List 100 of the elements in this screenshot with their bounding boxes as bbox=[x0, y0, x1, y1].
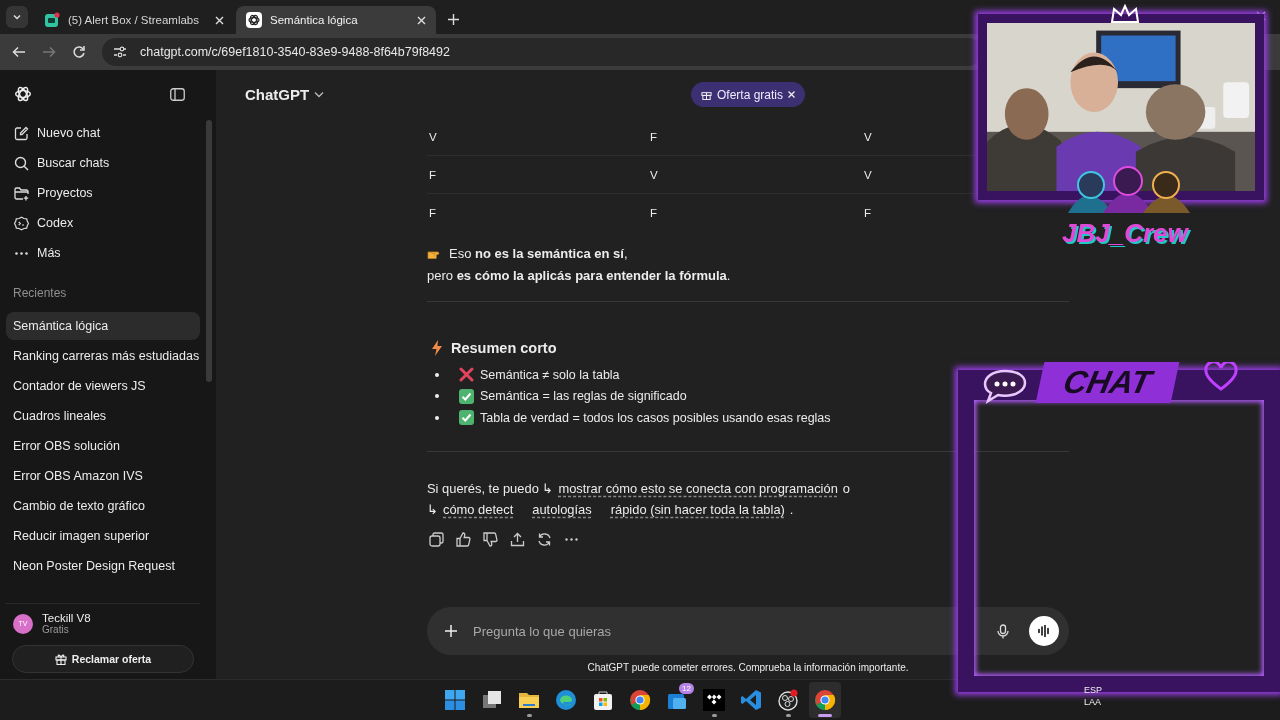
chat-history-item[interactable]: Neon Poster Design Request bbox=[6, 552, 200, 580]
sidebar-item[interactable]: Codex bbox=[6, 208, 200, 238]
flower-logo-icon bbox=[246, 12, 262, 28]
tab-list-button[interactable] bbox=[6, 6, 28, 28]
plus-icon[interactable] bbox=[444, 624, 458, 638]
microphone-icon[interactable] bbox=[997, 623, 1009, 639]
bullet-dot bbox=[435, 394, 439, 399]
user-name: Teckill V8 bbox=[42, 612, 91, 624]
list-item-text: Semántica ≠ solo la tabla bbox=[480, 367, 620, 382]
sound-wave-icon bbox=[1037, 625, 1051, 637]
flower-logo-icon[interactable] bbox=[14, 85, 32, 103]
running-indicator bbox=[818, 714, 832, 717]
thumbs-up-icon[interactable] bbox=[456, 531, 471, 547]
chat-history-item[interactable]: Semántica lógica bbox=[6, 312, 200, 340]
url-text: chatgpt.com/c/69ef1810-3540-83e9-9488-8f64b79f8492 bbox=[140, 45, 450, 59]
language-indicator[interactable]: LAA bbox=[1084, 696, 1102, 708]
running-indicator bbox=[785, 714, 791, 717]
app-icon bbox=[44, 12, 60, 28]
chat-history-item[interactable]: Error OBS solución bbox=[6, 432, 200, 460]
windows-logo-icon bbox=[444, 689, 466, 711]
claim-offer-button[interactable]: Reclamar oferta bbox=[12, 645, 194, 673]
cross-icon bbox=[459, 367, 474, 383]
shopping-bag-icon bbox=[592, 689, 614, 711]
thumbs-down-icon[interactable] bbox=[483, 531, 498, 547]
more-icon[interactable] bbox=[564, 537, 579, 541]
more-icon bbox=[14, 251, 29, 255]
new-tab-icon[interactable] bbox=[448, 14, 459, 25]
model-selector[interactable]: ChatGPT bbox=[245, 85, 325, 103]
search-icon bbox=[14, 155, 29, 171]
gift-icon bbox=[54, 653, 67, 665]
bullet-dot bbox=[435, 415, 439, 420]
reload-icon[interactable] bbox=[72, 45, 86, 59]
suggestion-link[interactable]: mostrar cómo esto se conecta con programación bbox=[558, 480, 838, 496]
browser-tab[interactable]: Semántica lógica bbox=[236, 6, 436, 34]
lightning-icon bbox=[431, 340, 443, 356]
heart-icon bbox=[1204, 362, 1238, 392]
crown-icon bbox=[1110, 4, 1140, 24]
chat-title: CHAT bbox=[1035, 362, 1179, 403]
table-cell-text: F bbox=[863, 206, 873, 219]
chat-history-item[interactable]: Cuadros lineales bbox=[6, 402, 200, 430]
diamonds-icon bbox=[703, 689, 725, 711]
composer-bar[interactable]: Pregunta lo que quieras bbox=[427, 607, 1069, 655]
sidebar-item[interactable]: Nuevo chat bbox=[6, 118, 200, 148]
share-icon[interactable] bbox=[510, 531, 525, 547]
suggestion-link[interactable]: rápido (sin hacer toda la tabla) bbox=[610, 501, 785, 517]
section-title: Resumen corto bbox=[451, 340, 557, 356]
back-icon[interactable] bbox=[12, 45, 26, 59]
refresh-icon[interactable] bbox=[537, 531, 552, 547]
table-cell-text: F bbox=[649, 130, 659, 143]
chat-history-item[interactable]: Cambio de texto gráfico bbox=[6, 492, 200, 520]
folder-icon bbox=[14, 185, 29, 201]
promo-label[interactable]: Oferta gratis bbox=[717, 87, 784, 102]
speech-bubble-icon bbox=[982, 368, 1028, 404]
browser-icon bbox=[555, 689, 577, 711]
edit-icon bbox=[14, 125, 29, 141]
section-heading: Recientes bbox=[12, 285, 68, 302]
chat-history-item[interactable]: Error OBS Amazon IVS bbox=[6, 462, 200, 490]
browser-tab[interactable]: (5) Alert Box / Streamlabs bbox=[34, 6, 234, 34]
sidebar-item[interactable]: Buscar chats bbox=[6, 148, 200, 178]
browser-icon bbox=[629, 689, 651, 711]
check-icon bbox=[459, 410, 474, 426]
scrollbar[interactable] bbox=[206, 120, 212, 382]
voice-button[interactable] bbox=[1029, 616, 1059, 646]
suggestion-link[interactable]: cómo detect bbox=[443, 501, 514, 517]
message-field[interactable]: Pregunta lo que quieras bbox=[473, 623, 987, 639]
chat-history-item[interactable]: Reducir imagen superior bbox=[6, 522, 200, 550]
answer-text: pero es cómo la aplicás para entender la fórmula. bbox=[427, 267, 731, 285]
answer-text: Si querés, te puedo ↳ mostrar cómo esto se conecta con programación o ↳ cómo detect autologías rápido (sin hacer toda la tabla) . bbox=[427, 479, 851, 519]
check-icon bbox=[459, 388, 474, 404]
sidebar-toggle-icon[interactable] bbox=[170, 87, 185, 101]
gift-icon bbox=[701, 89, 712, 100]
promo-pill[interactable]: Oferta gratis bbox=[691, 82, 806, 107]
plan-label: Gratis bbox=[42, 624, 70, 635]
cloud-icon bbox=[14, 215, 29, 231]
suggestion-link[interactable]: autologías bbox=[532, 501, 592, 517]
taskbar-app[interactable] bbox=[809, 682, 841, 718]
chevron-down-icon bbox=[12, 12, 22, 22]
code-editor-icon bbox=[740, 689, 762, 711]
table-cell-text: F bbox=[649, 206, 659, 219]
table-cell-text: F bbox=[428, 168, 438, 181]
list-item-text: Tabla de verdad = todos los casos posibles usando esas reglas bbox=[480, 410, 831, 425]
list-item-text: Semántica = las reglas de significado bbox=[480, 389, 687, 404]
sidebar-item[interactable]: Proyectos bbox=[6, 178, 200, 208]
record-app-icon bbox=[777, 689, 799, 711]
disclaimer-text: ChatGPT puede cometer errores. Comprueba la información importante. bbox=[586, 661, 910, 675]
table-cell-text: V bbox=[428, 130, 438, 143]
chat-history-item[interactable]: Contador de viewers JS bbox=[6, 372, 200, 400]
count-badge: 12 bbox=[679, 683, 694, 694]
chat-history-item[interactable]: Ranking carreras más estudiadas bbox=[6, 342, 200, 370]
sidebar-item[interactable]: Más bbox=[6, 238, 200, 268]
table-cell-text: F bbox=[428, 206, 438, 219]
language-indicator[interactable]: ESP bbox=[1084, 684, 1102, 696]
running-indicator bbox=[526, 714, 532, 717]
table-cell-text: V bbox=[863, 130, 873, 143]
answer-text: Eso no es la semántica en sí, bbox=[449, 245, 628, 263]
table-cell-text: V bbox=[649, 168, 659, 181]
copy-icon[interactable] bbox=[429, 531, 444, 547]
logo-text: JBJ_Crew bbox=[1062, 218, 1188, 249]
browser-icon bbox=[814, 689, 836, 711]
chevron-down-icon bbox=[314, 90, 325, 98]
